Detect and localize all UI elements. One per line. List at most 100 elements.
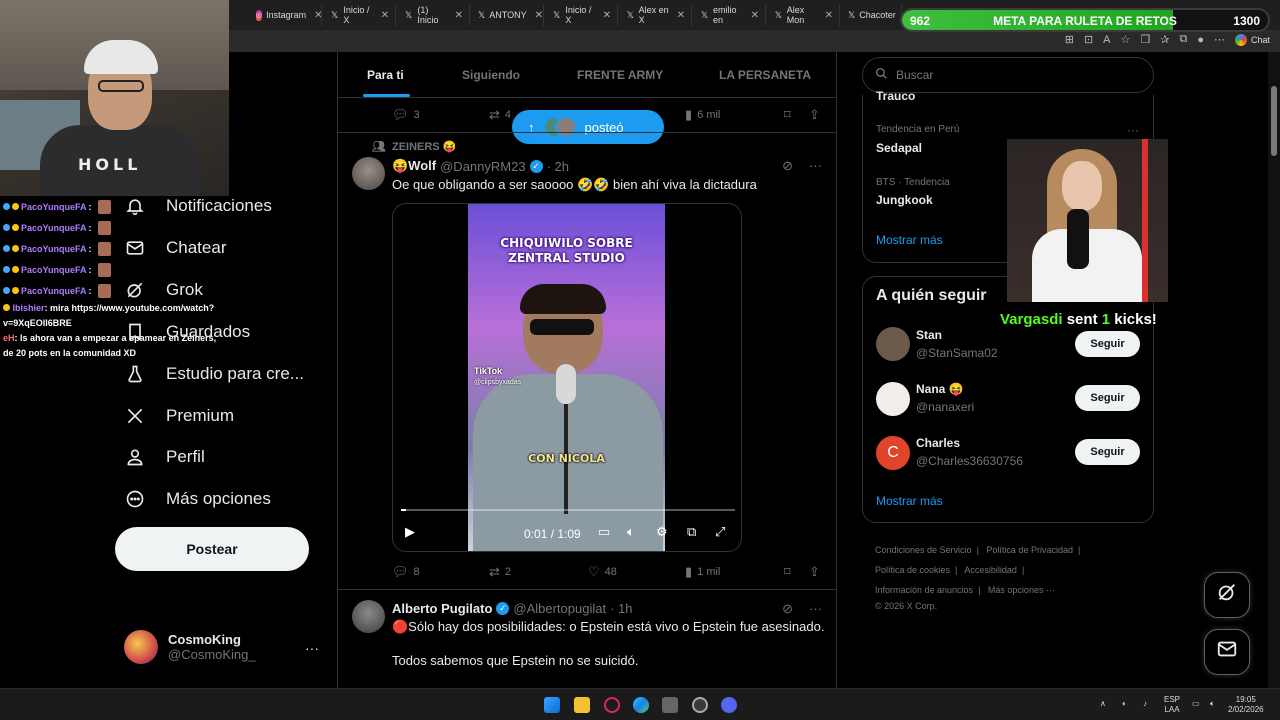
- nav-premium[interactable]: Premium: [124, 405, 234, 427]
- retweet-button[interactable]: ⇄ 2: [489, 564, 511, 580]
- tray-app-icon[interactable]: ◐: [1122, 699, 1127, 709]
- search-box[interactable]: [862, 57, 1154, 93]
- avatar[interactable]: C: [876, 436, 910, 470]
- edge-icon[interactable]: [633, 697, 649, 713]
- more-icon[interactable]: ⋯: [1214, 33, 1225, 46]
- collections-icon[interactable]: ⧉: [1179, 33, 1187, 46]
- close-icon[interactable]: ✕: [677, 10, 685, 21]
- browser-tab[interactable]: 𝕏 ANTONY ✕: [472, 4, 544, 26]
- network-icon[interactable]: ▭: [1192, 699, 1200, 709]
- fullscreen-icon[interactable]: ⤢: [715, 524, 725, 540]
- nav-estudio[interactable]: Estudio para cre...: [124, 363, 304, 385]
- tab-frente-army[interactable]: FRENTE ARMY: [577, 68, 663, 82]
- browser-tab[interactable]: 𝕏 Chacoter: [842, 4, 902, 26]
- extensions-icon[interactable]: ⊞: [1065, 33, 1074, 46]
- volume-icon[interactable]: 🔈︎: [627, 524, 635, 540]
- share-button[interactable]: ⇪: [809, 564, 820, 580]
- opera-icon[interactable]: [604, 697, 620, 713]
- trend-name[interactable]: Trauco: [876, 89, 915, 103]
- bookmark-button[interactable]: ⌑: [784, 564, 791, 580]
- copilot-chat-button[interactable]: Chat: [1234, 33, 1270, 46]
- captions-icon[interactable]: ▭: [598, 524, 610, 540]
- close-icon[interactable]: ✕: [535, 10, 543, 21]
- close-icon[interactable]: ✕: [825, 10, 833, 21]
- video-progress-bar[interactable]: [401, 509, 735, 511]
- profile-icon[interactable]: ●: [1197, 34, 1204, 46]
- settings-gear-icon[interactable]: ⚙: [656, 524, 668, 540]
- bookmark-button[interactable]: ⌑: [784, 107, 791, 123]
- post-button[interactable]: Postear: [115, 527, 309, 571]
- account-switcher[interactable]: CosmoKing @CosmoKing_: [124, 630, 256, 664]
- show-more-follow-link[interactable]: Mostrar más: [876, 494, 943, 508]
- browser-tab[interactable]: 𝕏 (1) Inicio ✕: [398, 4, 470, 26]
- avatar[interactable]: [352, 600, 385, 633]
- browser-tab[interactable]: ◎ Instagram ✕: [250, 4, 323, 26]
- follow-name[interactable]: Stan: [916, 328, 942, 342]
- scrollbar-thumb[interactable]: [1271, 86, 1277, 156]
- page-scrollbar[interactable]: [1268, 52, 1280, 688]
- avatar[interactable]: [876, 327, 910, 361]
- more-icon[interactable]: ···: [809, 601, 822, 617]
- tab-la-persaneta[interactable]: LA PERSANETA: [719, 68, 811, 82]
- nav-notificaciones[interactable]: Notificaciones: [124, 195, 272, 217]
- microphone-icon[interactable]: ♪: [1143, 699, 1147, 709]
- trend-name[interactable]: Sedapal: [876, 141, 922, 155]
- follow-name[interactable]: Nana 😝: [916, 382, 964, 396]
- discord-icon[interactable]: [721, 697, 737, 713]
- share-button[interactable]: ⇪: [809, 107, 820, 123]
- close-icon[interactable]: ✕: [381, 10, 389, 21]
- clock[interactable]: 19:05 2/02/2026: [1228, 695, 1264, 715]
- views-button[interactable]: ▮ 6 mil: [685, 107, 720, 123]
- close-icon[interactable]: ✕: [603, 10, 611, 21]
- avatar[interactable]: [876, 382, 910, 416]
- read-aloud-icon[interactable]: A: [1103, 34, 1110, 46]
- browser-tab[interactable]: 𝕏 emilio en ✕: [694, 4, 766, 26]
- follow-button[interactable]: Seguir: [1075, 331, 1140, 357]
- close-icon[interactable]: ✕: [314, 10, 322, 21]
- nav-guardados[interactable]: Guardados: [124, 321, 250, 343]
- favorite-star-icon[interactable]: ☆: [1121, 33, 1131, 46]
- grok-icon[interactable]: ⊘: [782, 158, 793, 174]
- video-player[interactable]: CHIQUIWILO SOBRE ZENTRAL STUDIO TikTok @…: [392, 203, 742, 552]
- search-input[interactable]: [896, 68, 1126, 82]
- volume-icon[interactable]: 🔈︎: [1210, 699, 1215, 709]
- messages-floating-button[interactable]: [1204, 629, 1250, 675]
- nav-mas-opciones[interactable]: Más opciones: [124, 488, 271, 510]
- more-icon[interactable]: ···: [809, 158, 822, 174]
- browser-tab[interactable]: 𝕏 Inicio / X ✕: [546, 4, 618, 26]
- reply-button[interactable]: 💬︎ 8: [392, 564, 420, 580]
- popout-icon[interactable]: ⧉: [687, 524, 696, 540]
- follow-button[interactable]: Seguir: [1075, 439, 1140, 465]
- nav-chatear[interactable]: Chatear: [124, 237, 226, 259]
- new-posts-pill[interactable]: ↑ posteó: [512, 110, 664, 144]
- follow-button[interactable]: Seguir: [1075, 385, 1140, 411]
- close-icon[interactable]: ✕: [751, 10, 759, 21]
- like-button[interactable]: ♡ 48: [588, 564, 617, 580]
- tab-para-ti[interactable]: Para ti: [367, 68, 404, 82]
- trend-name[interactable]: Jungkook: [876, 193, 933, 207]
- follow-name[interactable]: Charles: [916, 436, 960, 450]
- grok-icon[interactable]: ⊘: [782, 601, 793, 617]
- retweet-button[interactable]: ⇄ 4: [489, 107, 511, 123]
- avatar[interactable]: [352, 157, 385, 190]
- app-icon[interactable]: [662, 697, 678, 713]
- file-explorer-icon[interactable]: [574, 697, 590, 713]
- steam-icon[interactable]: [692, 697, 708, 713]
- views-button[interactable]: ▮ 1 mil: [685, 564, 720, 580]
- browser-tab[interactable]: 𝕏 Alex en X ✕: [620, 4, 692, 26]
- browser-tab[interactable]: 𝕏 Alex Mon ✕: [768, 4, 840, 26]
- windows-start-icon[interactable]: [544, 697, 560, 713]
- reply-button[interactable]: 💬︎ 3: [392, 107, 420, 123]
- nav-grok[interactable]: Grok: [124, 279, 203, 301]
- community-label[interactable]: 👥︎ ZEINERS 😝: [372, 140, 456, 153]
- translate-icon[interactable]: ⊡: [1084, 33, 1093, 46]
- tab-siguiendo[interactable]: Siguiendo: [462, 68, 520, 82]
- close-icon[interactable]: ✕: [455, 10, 463, 21]
- language-indicator[interactable]: ESP LAA: [1164, 695, 1180, 715]
- show-more-trends-link[interactable]: Mostrar más: [876, 233, 943, 247]
- split-screen-icon[interactable]: ❐: [1140, 33, 1150, 46]
- favorites-icon[interactable]: ✰: [1160, 33, 1169, 46]
- account-more-icon[interactable]: ···: [305, 640, 319, 656]
- tray-chevron-icon[interactable]: ∧: [1100, 699, 1106, 709]
- nav-perfil[interactable]: Perfil: [124, 446, 205, 468]
